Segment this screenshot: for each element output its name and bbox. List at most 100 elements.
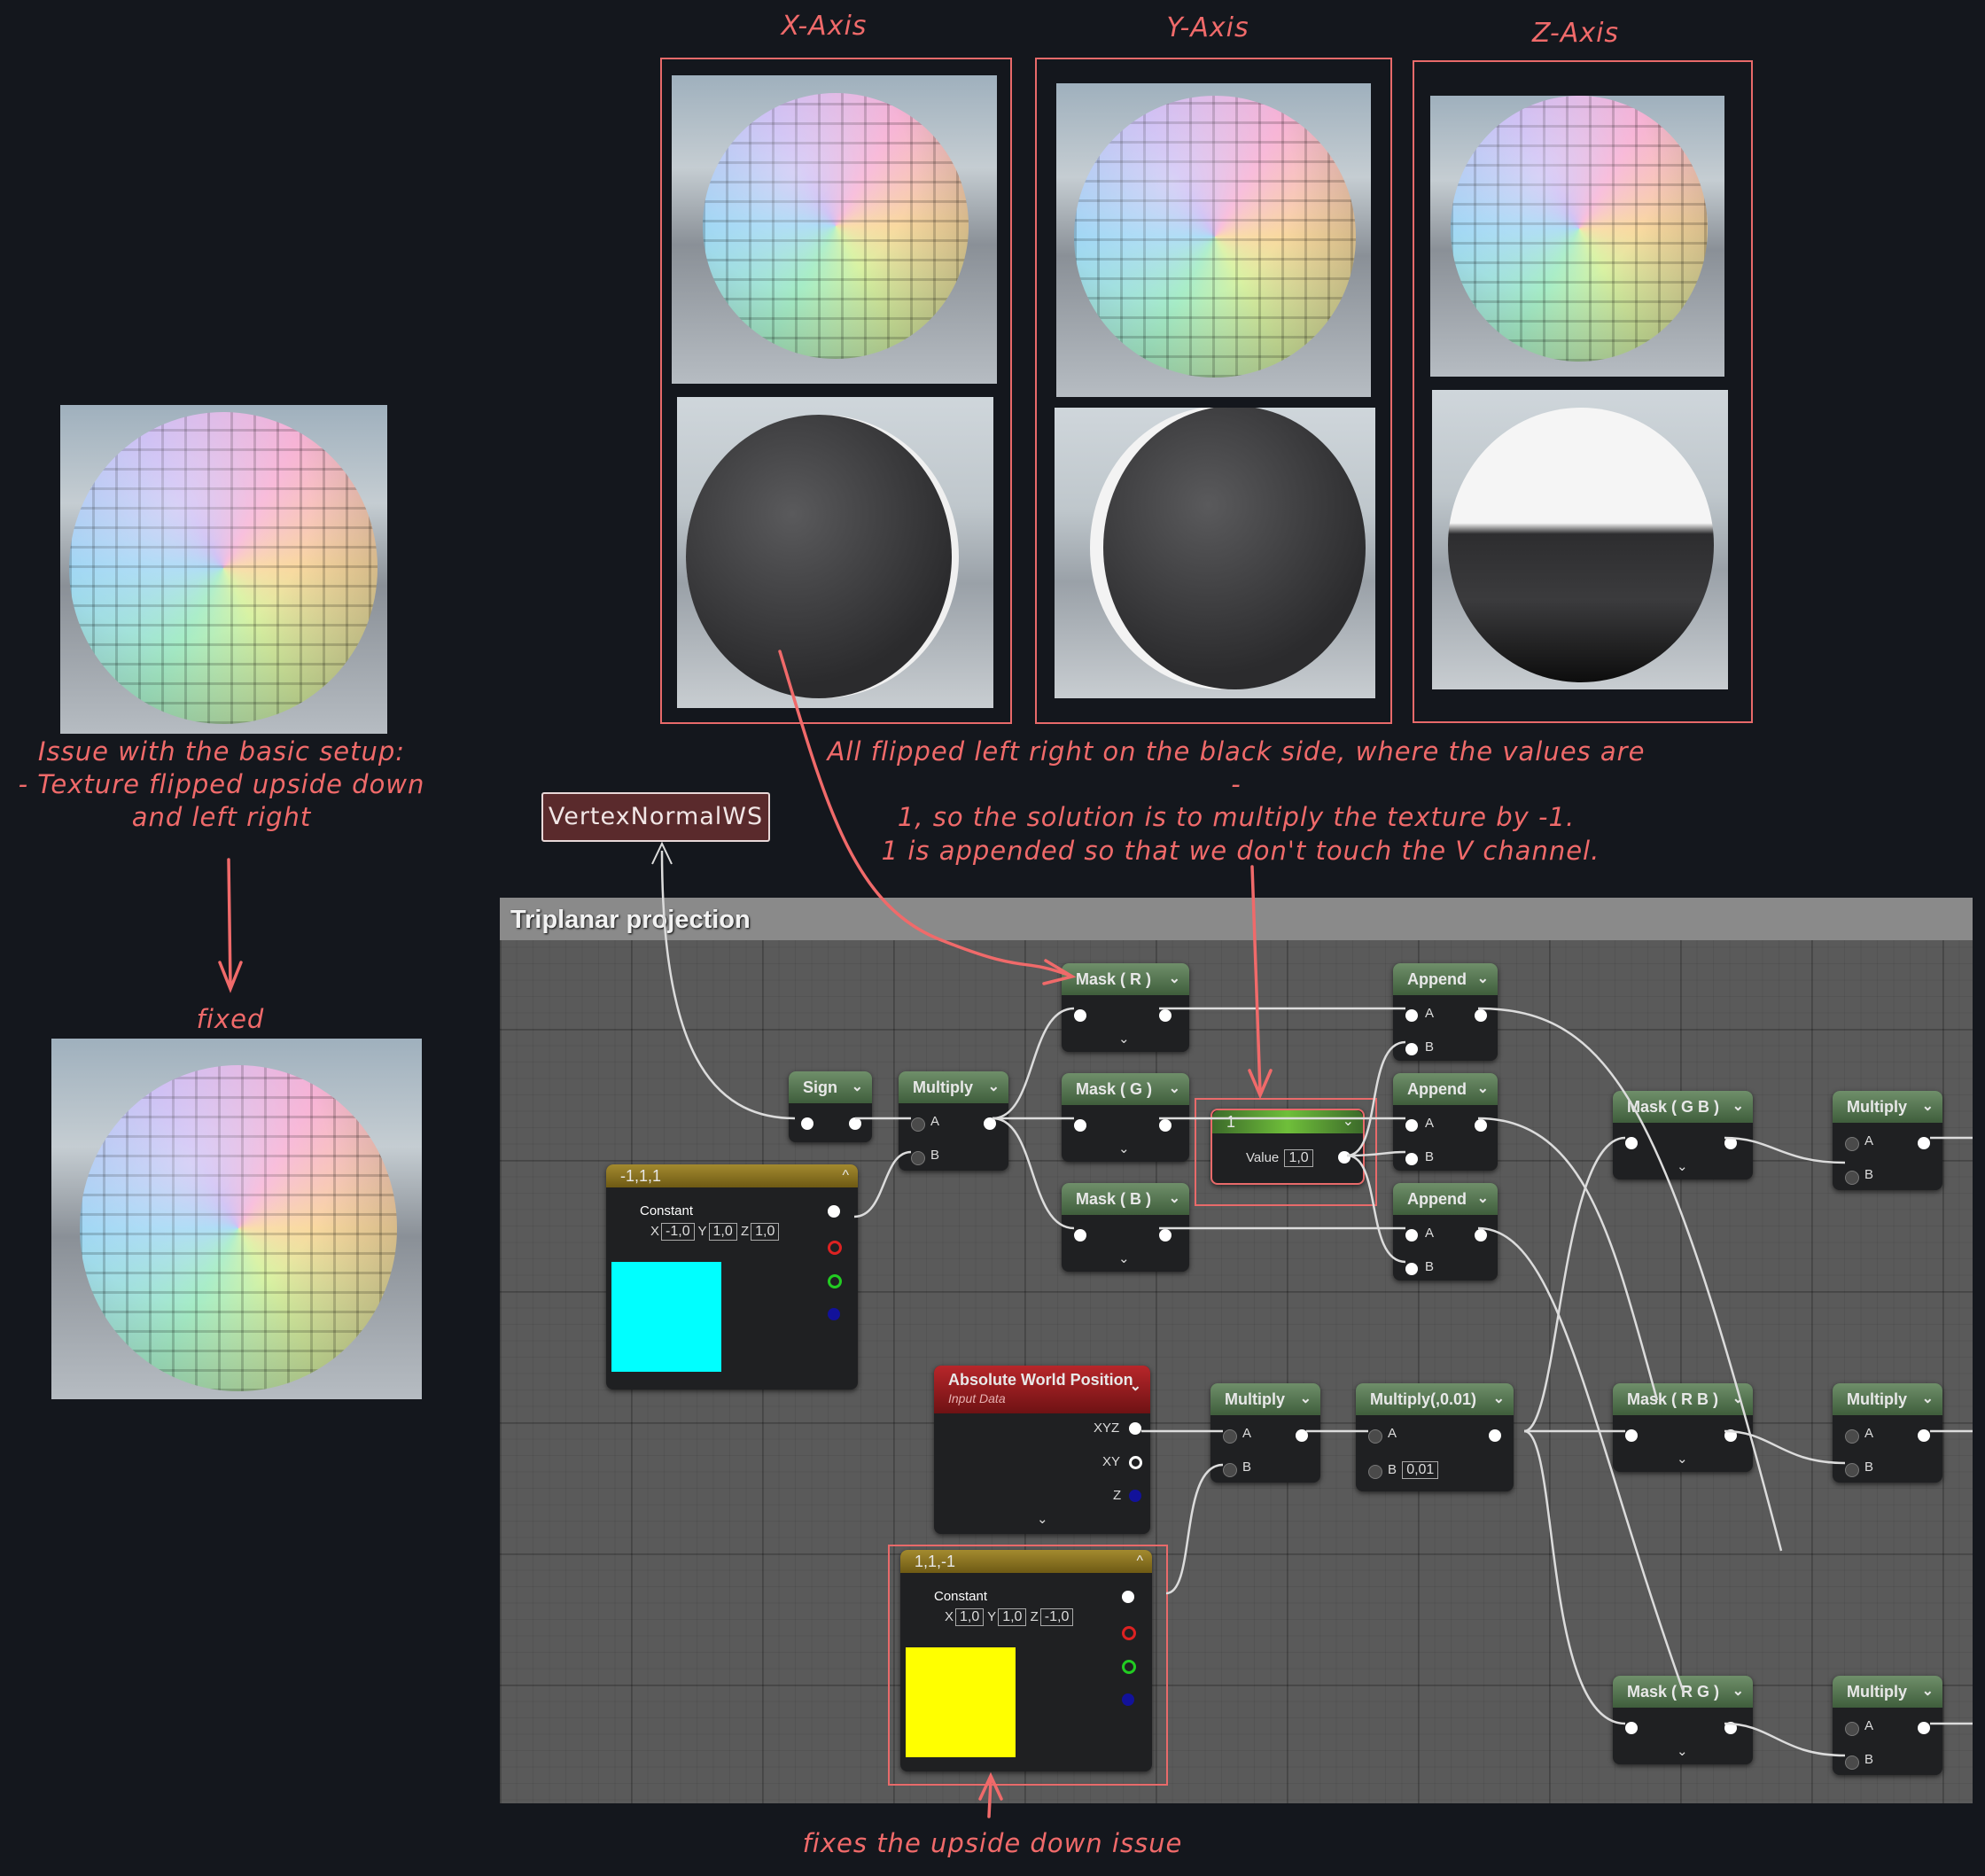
- mask-rg-expand-icon[interactable]: ⌄: [1677, 1743, 1688, 1759]
- awp-expand-icon[interactable]: ⌄: [1037, 1511, 1048, 1527]
- multiply-001-field-b[interactable]: B 0,01: [1388, 1461, 1439, 1479]
- mask-r-header: Mask ( R ) ⌄: [1062, 963, 1189, 995]
- multiply-right-1-pin-a[interactable]: [1845, 1137, 1859, 1151]
- sign-input-pin[interactable]: [801, 1117, 813, 1130]
- constant1-header: -1,1,1 ^: [606, 1164, 858, 1187]
- sign-node[interactable]: Sign ⌄: [789, 1071, 872, 1142]
- mask-r-expand-icon[interactable]: ⌄: [1118, 1031, 1130, 1047]
- awp-label-xy: XY: [1102, 1454, 1121, 1469]
- mask-rb-in[interactable]: [1625, 1429, 1638, 1442]
- append-node-2[interactable]: Append ⌄ A B: [1393, 1073, 1498, 1171]
- mask-b-expand-icon[interactable]: ⌄: [1118, 1250, 1130, 1266]
- multiply-label-b: B: [930, 1148, 940, 1163]
- multiply-right-1-pin-b[interactable]: [1845, 1171, 1859, 1185]
- multiply-2-out[interactable]: [1296, 1429, 1308, 1442]
- multiply-node-header: Multiply ⌄: [899, 1071, 1008, 1103]
- awp-header: Absolute World Position Input Data ⌄: [934, 1366, 1150, 1413]
- append-2-out[interactable]: [1475, 1119, 1487, 1132]
- mask-b-in[interactable]: [1074, 1229, 1086, 1242]
- mask-rg-in[interactable]: [1625, 1722, 1638, 1734]
- mask-gb-in[interactable]: [1625, 1137, 1638, 1149]
- append-3-pin-a[interactable]: [1405, 1229, 1418, 1242]
- multiply-001-pin-b[interactable]: [1368, 1465, 1382, 1479]
- multiply-output-pin[interactable]: [984, 1117, 996, 1130]
- mask-rb-out[interactable]: [1724, 1429, 1737, 1442]
- mask-b-node[interactable]: Mask ( B ) ⌄ ⌄: [1062, 1183, 1189, 1272]
- append-2-pin-b[interactable]: [1405, 1153, 1418, 1165]
- append-1-out[interactable]: [1475, 1009, 1487, 1022]
- multiply-right-2-out[interactable]: [1918, 1429, 1930, 1442]
- multiply-001-node[interactable]: Multiply(,0.01) ⌄ A B 0,01: [1356, 1383, 1514, 1491]
- flipped-note: All flipped left right on the black side…: [827, 736, 1646, 832]
- append-1-label-a: A: [1425, 1006, 1435, 1021]
- multiply-right-3-pin-b[interactable]: [1845, 1755, 1859, 1770]
- append-3-pin-b[interactable]: [1405, 1263, 1418, 1275]
- mask-rg-out[interactable]: [1724, 1722, 1737, 1734]
- multiply-right-3-pin-a[interactable]: [1845, 1722, 1859, 1736]
- sign-output-pin[interactable]: [849, 1117, 861, 1130]
- awp-out-xyz[interactable]: [1129, 1422, 1141, 1435]
- mask-rg-node[interactable]: Mask ( R G ) ⌄ ⌄: [1613, 1676, 1753, 1764]
- constant1-color-swatch: [611, 1262, 721, 1372]
- multiply-node[interactable]: Multiply ⌄ A B: [899, 1071, 1008, 1171]
- constant-neg1-1-1-node[interactable]: -1,1,1 ^ Constant X -1,0 Y 1,0 Z 1,0: [606, 1164, 858, 1389]
- mask-gb-expand-icon[interactable]: ⌄: [1677, 1158, 1688, 1174]
- multiply-right-1[interactable]: Multiply ⌄ A B: [1833, 1091, 1942, 1190]
- multiply-001-pin-a[interactable]: [1368, 1429, 1382, 1444]
- append-2-pin-a[interactable]: [1405, 1119, 1418, 1132]
- mask-g-node[interactable]: Mask ( G ) ⌄ ⌄: [1062, 1073, 1189, 1162]
- multiply-right-2-pin-a[interactable]: [1845, 1429, 1859, 1444]
- append-node-3[interactable]: Append ⌄ A B: [1393, 1183, 1498, 1281]
- vertex-normal-ws-tag: VertexNormalWS: [541, 792, 770, 842]
- append-2-header: Append ⌄: [1393, 1073, 1498, 1105]
- awp-out-xy[interactable]: [1129, 1456, 1142, 1469]
- multiply-2-header: Multiply ⌄: [1210, 1383, 1320, 1415]
- awp-label-xyz: XYZ: [1094, 1421, 1120, 1436]
- mask-b-out[interactable]: [1159, 1229, 1172, 1242]
- triplanar-graph[interactable]: Triplanar projection Sign ⌄ Multiply ⌄ A B…: [500, 898, 1973, 1803]
- append-node-1[interactable]: Append ⌄ A B: [1393, 963, 1498, 1061]
- mask-g-expand-icon[interactable]: ⌄: [1118, 1140, 1130, 1156]
- append-3-out[interactable]: [1475, 1229, 1487, 1242]
- mask-gb-node[interactable]: Mask ( G B ) ⌄ ⌄: [1613, 1091, 1753, 1179]
- z-axis-mask-sphere: [1432, 390, 1728, 689]
- mask-b-header: Mask ( B ) ⌄: [1062, 1183, 1189, 1215]
- multiply-right-1-out[interactable]: [1918, 1137, 1930, 1149]
- constant1-out-rgb[interactable]: [828, 1205, 840, 1218]
- mask-g-out[interactable]: [1159, 1119, 1172, 1132]
- constant1-fields[interactable]: X -1,0 Y 1,0 Z 1,0: [650, 1223, 780, 1241]
- constant1-out-g[interactable]: [828, 1274, 842, 1288]
- multiply-right-2-header: Multiply ⌄: [1833, 1383, 1942, 1415]
- constant1-out-b[interactable]: [828, 1308, 840, 1320]
- constant1-out-r[interactable]: [828, 1241, 842, 1255]
- multiply-001-out[interactable]: [1489, 1429, 1501, 1442]
- mask-rb-expand-icon[interactable]: ⌄: [1677, 1451, 1688, 1467]
- absolute-world-position-node[interactable]: Absolute World Position Input Data ⌄ XYZ…: [934, 1366, 1150, 1534]
- append-1-pin-b[interactable]: [1405, 1043, 1418, 1055]
- multiply-2-pin-a[interactable]: [1223, 1429, 1237, 1444]
- multiply-2-pin-b[interactable]: [1223, 1463, 1237, 1477]
- mask-g-in[interactable]: [1074, 1119, 1086, 1132]
- mask-r-in[interactable]: [1074, 1009, 1086, 1022]
- multiply-pin-a[interactable]: [911, 1117, 925, 1132]
- mask-r-node[interactable]: Mask ( R ) ⌄ ⌄: [1062, 963, 1189, 1052]
- multiply-right-3[interactable]: Multiply ⌄ A B: [1833, 1676, 1942, 1775]
- mask-gb-out[interactable]: [1724, 1137, 1737, 1149]
- mask-rb-node[interactable]: Mask ( R B ) ⌄ ⌄: [1613, 1383, 1753, 1472]
- mask-g-header: Mask ( G ) ⌄: [1062, 1073, 1189, 1105]
- multiply-pin-b[interactable]: [911, 1151, 925, 1165]
- multiply-right-3-out[interactable]: [1918, 1722, 1930, 1734]
- x-axis-textured-sphere: [672, 75, 997, 384]
- fixes-upside-note: fixes the upside down issue: [802, 1828, 1183, 1858]
- multiply-right-2[interactable]: Multiply ⌄ A B: [1833, 1383, 1942, 1483]
- multiply-right-2-pin-b[interactable]: [1845, 1463, 1859, 1477]
- append-1-pin-a[interactable]: [1405, 1009, 1418, 1022]
- awp-out-z[interactable]: [1129, 1490, 1141, 1502]
- append-3-header: Append ⌄: [1393, 1183, 1498, 1215]
- multiply-node-2[interactable]: Multiply ⌄ A B: [1210, 1383, 1320, 1483]
- multiply-001-header: Multiply(,0.01) ⌄: [1356, 1383, 1514, 1415]
- value-one-highlight: [1195, 1098, 1377, 1206]
- appended-note: 1 is appended so that we don't touch the…: [881, 836, 1600, 866]
- mask-r-out[interactable]: [1159, 1009, 1172, 1022]
- issue-note: Issue with the basic setup: - Texture fl…: [18, 736, 425, 832]
